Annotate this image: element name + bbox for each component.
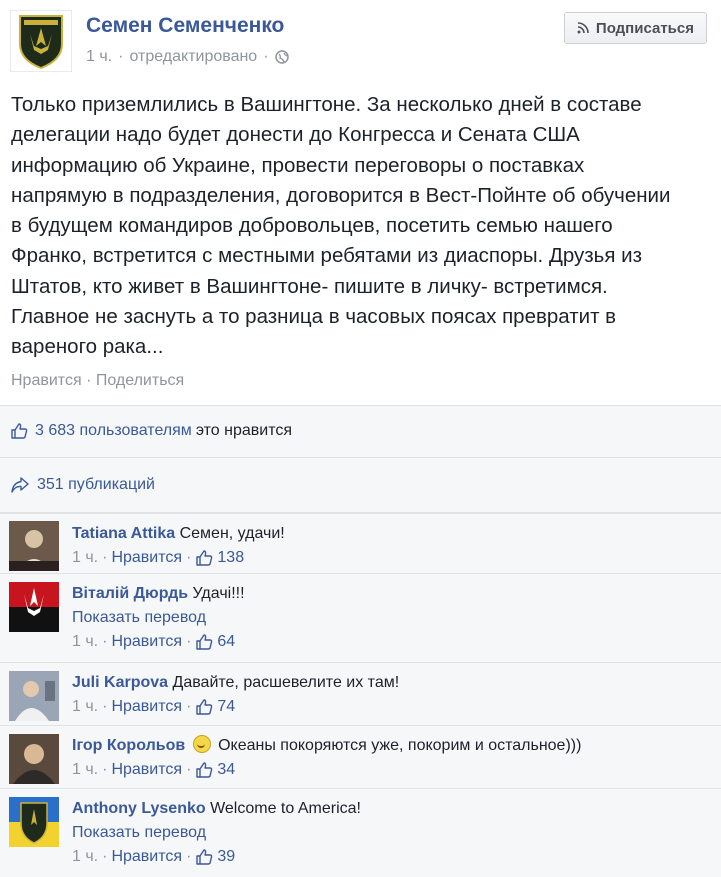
comment-meta: 1 ч. · Нравится · 74 (72, 695, 399, 719)
commenter-avatar[interactable] (9, 582, 59, 632)
smile-emoji-icon (192, 735, 211, 753)
likes-count[interactable]: 3 683 пользователям (35, 422, 192, 440)
thumbs-up-icon (11, 422, 28, 439)
comment-time[interactable]: 1 ч. (72, 546, 98, 570)
author-name[interactable]: Семен Семенченко (86, 14, 284, 38)
comment-text: Семен, удачи! (179, 525, 285, 542)
comment-body: Juli Karpova Давайте, расшевелите их там… (72, 671, 399, 719)
comment-body: Віталій Дюрдь Удачі!!! Показать перевод … (72, 582, 245, 654)
comment-time[interactable]: 1 ч. (72, 758, 98, 782)
comment-like-link[interactable]: Нравится (111, 845, 182, 869)
comment-item: Juli Karpova Давайте, расшевелите их там… (0, 662, 721, 725)
subscribe-button[interactable]: Подписаться (563, 12, 707, 44)
comment-time[interactable]: 1 ч. (72, 630, 98, 654)
show-translation-link[interactable]: Показать перевод (72, 606, 245, 630)
show-translation-link[interactable]: Показать перевод (72, 821, 361, 845)
like-count-value: 74 (217, 698, 236, 715)
share-arrow-icon (11, 477, 29, 493)
thumbs-up-icon (196, 634, 213, 650)
comment-text: Давайте, расшевелите их там! (172, 674, 400, 691)
comment-text: Удачі!!! (192, 585, 245, 602)
edited-label[interactable]: отредактировано (129, 48, 257, 66)
comments-list: Tatiana Attika Семен, удачи! 1 ч. · Нрави… (0, 513, 721, 877)
post-text-line: информацию об Украине, провести перегово… (11, 153, 585, 177)
meta-separator: · (118, 48, 124, 65)
post-text-line: напрямую в подразделения, договорится в … (11, 183, 671, 207)
comment-item: Tatiana Attika Семен, удачи! 1 ч. · Нрави… (0, 513, 721, 573)
likes-summary: 3 683 пользователям это нравится (0, 405, 721, 455)
commenter-avatar[interactable] (9, 521, 59, 571)
comment-item: Ігор Корольов Океаны покоряются уже, пок… (0, 725, 721, 788)
comment-body: Anthony Lysenko Welcome to America! Пока… (72, 797, 361, 869)
comment-like-link[interactable]: Нравится (111, 758, 182, 782)
facebook-post: Семен Семенченко 1 ч. · отредактировано … (0, 0, 721, 877)
actions-separator: · (86, 372, 92, 389)
comment-meta: 1 ч. · Нравится · 64 (72, 630, 245, 654)
post-text-line: вареного рака... (11, 335, 164, 359)
post-stats: 3 683 пользователям это нравится 351 пуб… (0, 405, 721, 513)
thumbs-up-icon (196, 762, 213, 778)
commenter-name[interactable]: Ігор Корольов (72, 737, 185, 754)
comment-item: Anthony Lysenko Welcome to America! Пока… (0, 788, 721, 877)
like-count-value: 34 (217, 761, 236, 778)
share-link[interactable]: Поделиться (96, 372, 184, 389)
thumbs-up-icon (196, 550, 213, 566)
comment-time[interactable]: 1 ч. (72, 695, 98, 719)
comment-text: Welcome to America! (210, 800, 361, 817)
meta-separator: · (263, 48, 269, 65)
post-text-line: в будущем командиров добровольцев, посет… (11, 214, 613, 238)
comment-body: Ігор Корольов Океаны покоряются уже, пок… (72, 734, 581, 782)
likes-suffix: это нравится (195, 421, 292, 439)
commenter-avatar[interactable] (9, 734, 59, 784)
commenter-name[interactable]: Juli Karpova (72, 674, 168, 691)
globe-icon[interactable] (274, 50, 289, 64)
subscribe-label: Подписаться (595, 19, 694, 37)
like-count-value: 64 (217, 633, 236, 650)
comment-like-link[interactable]: Нравится (111, 630, 182, 654)
page-avatar[interactable] (9, 9, 73, 73)
post-text-line: Штатов, кто живет в Вашингтоне- пишите в… (11, 274, 608, 298)
commenter-avatar[interactable] (9, 671, 59, 721)
post-text-line: Только приземлились в Вашингтоне. За нес… (11, 93, 642, 116)
post-text: Только приземлились в Вашингтоне. За нес… (11, 90, 716, 363)
post-actions: Нравится · Поделиться (11, 372, 184, 390)
like-count-value: 39 (217, 848, 236, 865)
shares-summary: 351 публикаций (0, 457, 721, 513)
comment-like-link[interactable]: Нравится (111, 546, 182, 570)
post-text-line: Франко, встретится с местными ребятами и… (11, 244, 642, 268)
commenter-name[interactable]: Tatiana Attika (72, 525, 175, 542)
post-meta: 1 ч. · отредактировано · (86, 48, 289, 66)
post-header: Семен Семенченко 1 ч. · отредактировано … (0, 0, 721, 82)
comment-like-count[interactable]: 39 (195, 845, 235, 869)
thumbs-up-icon (196, 849, 213, 865)
comment-meta: 1 ч. · Нравится · 39 (72, 845, 361, 869)
commenter-avatar[interactable] (9, 797, 59, 847)
comment-text: Океаны покоряются уже, покорим и остальн… (218, 737, 582, 754)
thumbs-up-icon (196, 699, 213, 715)
comment-body: Tatiana Attika Семен, удачи! 1 ч. · Нрави… (72, 522, 285, 570)
post-text-line: делегации надо будет донести до Конгресс… (11, 123, 580, 147)
comment-time[interactable]: 1 ч. (72, 845, 98, 869)
comment-like-link[interactable]: Нравится (111, 695, 182, 719)
comment-item: Віталій Дюрдь Удачі!!! Показать перевод … (0, 573, 721, 662)
like-count-value: 138 (217, 549, 245, 566)
comment-like-count[interactable]: 64 (195, 630, 235, 654)
like-link[interactable]: Нравится (11, 372, 82, 389)
comment-like-count[interactable]: 138 (195, 546, 244, 570)
commenter-name[interactable]: Віталій Дюрдь (72, 585, 188, 602)
rss-icon (577, 22, 589, 34)
commenter-name[interactable]: Anthony Lysenko (72, 800, 206, 817)
post-text-line: Главное не заснуть а то разница в часовы… (11, 305, 617, 329)
shares-count[interactable]: 351 публикаций (37, 476, 155, 494)
comment-meta: 1 ч. · Нравится · 138 (72, 546, 285, 570)
comment-like-count[interactable]: 74 (195, 695, 235, 719)
post-time[interactable]: 1 ч. (86, 48, 112, 66)
comment-like-count[interactable]: 34 (195, 758, 235, 782)
comment-meta: 1 ч. · Нравится · 34 (72, 758, 581, 782)
